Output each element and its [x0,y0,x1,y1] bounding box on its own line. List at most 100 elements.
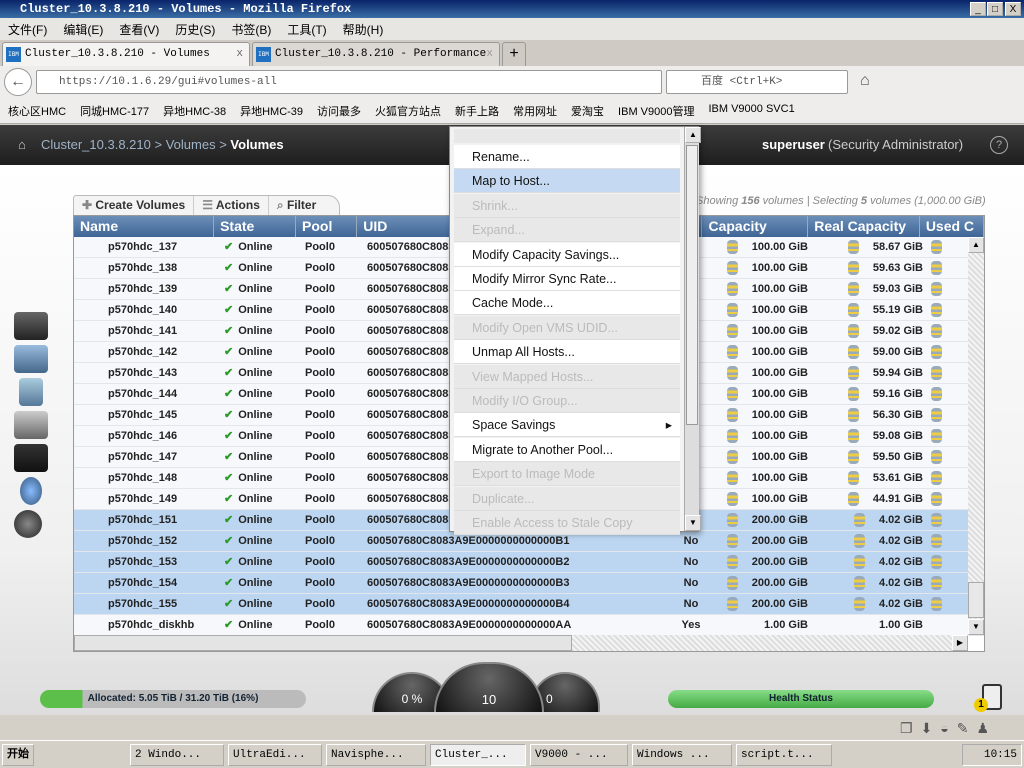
search-input[interactable]: 百度 <Ctrl+K> [666,70,848,94]
taskbar-item[interactable]: 2 Windo... [130,744,224,766]
menu-help[interactable]: 帮助(H) [343,21,384,37]
menu-view[interactable]: 查看(V) [119,21,159,37]
home-icon[interactable]: ⌂ [18,125,26,165]
col-capacity[interactable]: Capacity [702,216,809,237]
menu-bookmarks[interactable]: 书签(B) [231,21,271,37]
menu-item-modify-mirror-sync-rate[interactable]: Modify Mirror Sync Rate... [454,267,680,291]
vertical-scrollbar[interactable]: ▲ ▼ [968,237,984,635]
bookmark[interactable]: 异地HMC-38 [163,103,226,118]
menu-item-map-to-host[interactable]: Map to Host... [454,169,680,194]
download-icon[interactable]: ⬇ [921,720,933,737]
user-icon[interactable]: ♟ [977,720,990,737]
bookmark[interactable]: 火狐官方站点 [375,103,441,118]
cell-real-capacity: 58.67 GiB [818,237,931,257]
taskbar-item[interactable]: script.t... [736,744,832,766]
home-icon[interactable]: ⌂ [860,72,870,90]
help-icon[interactable]: ? [990,136,1008,154]
menu-tools[interactable]: 工具(T) [287,21,326,37]
minimize-button[interactable]: _ [970,2,986,16]
scroll-right-button[interactable]: ▶ [952,635,968,651]
menu-scroll-up[interactable]: ▲ [685,127,701,143]
horizontal-scrollbar[interactable]: ▶ [74,635,968,651]
menu-item-migrate-to-another-pool[interactable]: Migrate to Another Pool... [454,437,680,462]
menu-scrollbar[interactable]: ▲ ▼ [684,127,701,531]
menu-item-cache-mode[interactable]: Cache Mode... [454,291,680,316]
volume-icon [931,597,942,612]
filter-button[interactable]: ⌕ Filter [269,196,339,215]
taskbar-item[interactable]: Windows ... [632,744,732,766]
mask-icon[interactable]: ◒ [940,720,948,737]
user-name[interactable]: superuser [762,125,825,165]
check-icon: ✔ [224,577,234,589]
col-name[interactable]: Name [74,216,215,237]
menu-history[interactable]: 历史(S) [175,21,215,37]
menu-scroll-thumb[interactable] [686,145,698,425]
volumes-icon[interactable] [19,378,43,406]
bookmark[interactable]: IBM V9000管理 [618,103,694,118]
menu-edit[interactable]: 编辑(E) [63,21,103,37]
close-tab-icon[interactable]: x [486,43,493,65]
close-tab-icon[interactable]: x [236,43,243,65]
window-icon[interactable]: ❐ [900,720,913,737]
table-row[interactable]: p570hdc_155 ✔ Online Pool0 600507680C8083… [74,594,984,615]
settings-icon[interactable] [14,510,42,538]
table-row[interactable]: p570hdc_diskhb ✔ Online Pool0 600507680C8… [74,615,984,636]
monitoring-icon[interactable] [14,312,48,340]
tools-icon[interactable]: ✎ [957,720,969,737]
taskbar-item[interactable]: UltraEdi... [228,744,322,766]
table-row[interactable]: p570hdc_153 ✔ Online Pool0 600507680C8083… [74,552,984,573]
bookmark[interactable]: 常用网址 [513,103,557,118]
bookmark[interactable]: IBM V9000 SVC1 [708,103,794,118]
volume-icon [847,282,859,297]
scroll-thumb[interactable] [968,582,984,618]
health-status-bar[interactable]: Health Status [668,690,934,708]
cell-pool: Pool0 [305,577,335,589]
hosts-icon[interactable] [14,411,48,439]
back-button[interactable]: ← [4,68,32,96]
taskbar-item[interactable]: Navisphe... [326,744,426,766]
col-used-capacity[interactable]: Used C [920,216,984,237]
taskbar-item[interactable]: V9000 - ... [530,744,628,766]
menu-item-modify-capacity-savings[interactable]: Modify Capacity Savings... [454,242,680,267]
allocated-capacity-bar[interactable]: Allocated: 5.05 TiB / 31.20 TiB (16%) [40,690,306,708]
copy-services-icon[interactable] [14,444,48,472]
menu-scroll-down[interactable]: ▼ [685,515,701,531]
bookmark[interactable]: 爱淘宝 [571,103,604,118]
actions-button[interactable]: ☰ Actions [194,196,269,215]
tab-performance[interactable]: IBM Cluster_10.3.8.210 - Performance x [252,42,500,66]
cell-pool: Pool0 [305,304,335,316]
maximize-button[interactable]: □ [987,2,1003,16]
bookmark[interactable]: 访问最多 [317,103,361,118]
taskbar-item-active[interactable]: Cluster_... [430,744,526,766]
tab-volumes[interactable]: IBM Cluster_10.3.8.210 - Volumes x [2,42,250,66]
col-state[interactable]: State [214,216,297,237]
col-real-capacity[interactable]: Real Capacity [808,216,920,237]
scroll-down-button[interactable]: ▼ [968,619,984,635]
cell-capacity: 200.00 GiB [711,552,818,572]
bookmark[interactable]: 新手上路 [455,103,499,118]
access-icon[interactable] [20,477,42,505]
breadcrumb-volumes[interactable]: Volumes [166,137,216,152]
menu-item-rename[interactable]: Rename... [454,145,680,169]
cell-real-capacity: 59.03 GiB [818,279,931,299]
bookmark[interactable]: 同城HMC-177 [80,103,149,118]
pools-icon[interactable] [14,345,48,373]
col-pool[interactable]: Pool [296,216,358,237]
menu-item-space-savings[interactable]: Space Savings ▸ [454,413,680,438]
cell-pool: Pool0 [305,262,335,274]
menu-file[interactable]: 文件(F) [8,21,47,37]
table-row[interactable]: p570hdc_154 ✔ Online Pool0 600507680C8083… [74,573,984,594]
bookmark[interactable]: 核心区HMC [8,103,66,118]
bookmark[interactable]: 异地HMC-39 [240,103,303,118]
start-button[interactable]: 开始 [2,744,34,766]
hscroll-thumb[interactable] [74,635,572,651]
breadcrumb-cluster[interactable]: Cluster_10.3.8.210 [41,137,151,152]
close-button[interactable]: X [1005,2,1021,16]
create-volumes-button[interactable]: ✚ Create Volumes [74,196,195,215]
cell-capacity: 100.00 GiB [711,384,818,404]
new-tab-button[interactable]: + [502,42,526,66]
menu-item-unmap-all-hosts[interactable]: Unmap All Hosts... [454,340,680,365]
url-input[interactable]: https://10.1.6.29/gui#volumes-all [36,70,662,94]
scroll-up-button[interactable]: ▲ [968,237,984,253]
cell-real-capacity: 4.02 GiB [818,594,931,614]
